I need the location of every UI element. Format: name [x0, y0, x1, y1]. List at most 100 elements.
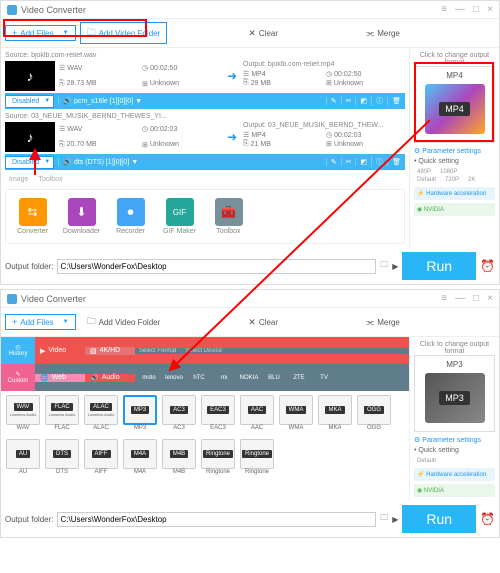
brand-mi[interactable]: mi: [214, 371, 234, 385]
close-icon[interactable]: ×: [487, 293, 493, 304]
brand-row[interactable]: moto lenovo hTC mi NOKIA BLU ZTE TV: [135, 371, 409, 385]
output-format-thumb: MP3: [425, 373, 485, 423]
browse-icon[interactable]: 🗀: [380, 512, 388, 526]
module-converter[interactable]: ⇆Converter: [10, 194, 55, 239]
format-ac3[interactable]: AC3AC3: [161, 395, 197, 431]
module-toolbox[interactable]: 🧰Toolbox: [206, 194, 251, 239]
cat-web[interactable]: 🌐Web: [35, 374, 85, 382]
format-mka[interactable]: MKAMKA: [317, 395, 353, 431]
cat-4k[interactable]: ▧4K/HD: [85, 347, 135, 355]
hw-accel[interactable]: ⚡ Hardware acceleration: [414, 468, 495, 481]
format-wma[interactable]: WMAWMA: [278, 395, 314, 431]
brand-moto[interactable]: moto: [139, 371, 159, 385]
menu-icon[interactable]: ≡: [441, 293, 447, 304]
tab-toolbox[interactable]: Toolbox: [38, 176, 62, 183]
cat-audio[interactable]: 🔊Audio: [85, 374, 135, 382]
effect-icon[interactable]: ◩: [355, 158, 371, 166]
format-wav[interactable]: WAVLossless AudioWAV: [5, 395, 41, 431]
tab-image[interactable]: Image: [9, 176, 28, 183]
cut-icon[interactable]: ✂: [341, 158, 356, 166]
vtab-custom[interactable]: ✎Custom: [1, 364, 35, 391]
quality-slider[interactable]: 480P1080P: [414, 168, 495, 176]
brand-lenovo[interactable]: lenovo: [164, 371, 184, 385]
format-m4b[interactable]: M4BM4B: [161, 439, 197, 475]
param-settings-link[interactable]: ⚙ Parameter settings: [414, 436, 495, 444]
info-icon[interactable]: ⓘ: [371, 157, 387, 167]
info-icon[interactable]: ⓘ: [371, 96, 387, 106]
format-flac[interactable]: FLACLossless AudioFLAC: [44, 395, 80, 431]
output-format-box[interactable]: MP3 MP3: [414, 355, 495, 432]
merge-label: Merge: [377, 29, 400, 38]
effect-icon[interactable]: ◩: [355, 97, 371, 105]
file-item: ♪ ☰WAV ◷00:02:03 ⎘20.70 MB ⊞Unknown ➜ Ou…: [5, 122, 405, 152]
add-files-button[interactable]: +Add Files▼: [5, 25, 76, 41]
vtab-history[interactable]: ◴History: [1, 337, 35, 364]
modules: ⇆Converter ⬇Downloader ⏺Recorder GIFGIF …: [5, 189, 405, 244]
add-folder-button[interactable]: 🗀Add Video Folder: [80, 22, 168, 44]
subtitle-dropdown[interactable]: Disabled: [5, 156, 54, 169]
format-ringtone[interactable]: RingtoneRingtone: [200, 439, 236, 475]
output-format-label: MP3: [419, 360, 490, 369]
schedule-icon[interactable]: ⏰: [480, 259, 495, 273]
module-gif[interactable]: GIFGIF Maker: [157, 194, 202, 239]
format-aiff[interactable]: AIFFAIFF: [83, 439, 119, 475]
open-icon[interactable]: ▶: [392, 262, 398, 271]
format-alac[interactable]: ALACLossless AudioALAC: [83, 395, 119, 431]
browse-icon[interactable]: 🗀: [380, 259, 388, 273]
param-settings-link[interactable]: ⚙ Parameter settings: [414, 147, 495, 155]
add-folder-button[interactable]: 🗀Add Video Folder: [80, 311, 168, 333]
output-row: Output folder: 🗀 ▶ Run ⏰: [1, 248, 499, 284]
size: 20.70 MB: [67, 141, 97, 148]
thumbnail[interactable]: ♪: [5, 122, 55, 152]
edit-icon[interactable]: ✎: [326, 97, 341, 105]
file-list: Source: bjoklb.com-relief.wav ♪ ☰WAV ◷00…: [1, 48, 409, 248]
edit-icon[interactable]: ✎: [326, 158, 341, 166]
brand-nokia[interactable]: NOKIA: [239, 371, 259, 385]
clear-button[interactable]: ✕Clear: [241, 314, 285, 331]
output-folder-input[interactable]: [57, 259, 376, 274]
output-format-box[interactable]: MP4 MP4: [414, 66, 495, 143]
audio-dropdown[interactable]: 🔊 pcm_s16le [1][0][0] ▼: [58, 97, 146, 105]
module-recorder[interactable]: ⏺Recorder: [108, 194, 153, 239]
audio-dropdown[interactable]: 🔊 dts (DTS) [1][0][0] ▼: [58, 158, 142, 166]
merge-button[interactable]: ⫘Merge: [359, 314, 407, 331]
add-files-button[interactable]: +Add Files▼: [5, 314, 76, 330]
thumbnail[interactable]: ♪: [5, 61, 55, 91]
close-icon[interactable]: ×: [487, 4, 493, 15]
format-eac3[interactable]: EAC3EAC3: [200, 395, 236, 431]
maximize-icon[interactable]: □: [473, 293, 479, 304]
module-downloader[interactable]: ⬇Downloader: [59, 194, 104, 239]
hw-accel[interactable]: ⚡ Hardware acceleration: [414, 187, 495, 200]
resolution: Unknown: [150, 80, 179, 87]
toolbar: +Add Files▼ 🗀Add Video Folder ✕Clear ⫘Me…: [1, 19, 499, 48]
window-top: Video Converter ≡ — □ × +Add Files▼ 🗀Add…: [0, 0, 500, 285]
delete-icon[interactable]: 🗑: [387, 97, 405, 105]
delete-icon[interactable]: 🗑: [387, 158, 405, 166]
subtitle-dropdown[interactable]: Disabled: [5, 95, 54, 108]
clear-button[interactable]: ✕Clear: [241, 25, 285, 42]
format-mp3[interactable]: MP3MP3: [122, 395, 158, 431]
format-au[interactable]: AUAU: [5, 439, 41, 475]
brand-htc[interactable]: hTC: [189, 371, 209, 385]
minimize-icon[interactable]: —: [455, 4, 465, 15]
brand-zte[interactable]: ZTE: [289, 371, 309, 385]
format-ringtone[interactable]: RingtoneRingtone: [239, 439, 275, 475]
app-title: Video Converter: [21, 294, 441, 304]
minimize-icon[interactable]: —: [455, 293, 465, 304]
format-m4a[interactable]: M4AM4A: [122, 439, 158, 475]
format-aac[interactable]: AACAAC: [239, 395, 275, 431]
format-dts[interactable]: DTSDTS: [44, 439, 80, 475]
brand-tv[interactable]: TV: [314, 371, 334, 385]
maximize-icon[interactable]: □: [473, 4, 479, 15]
menu-icon[interactable]: ≡: [441, 4, 447, 15]
cat-video[interactable]: ▶Video: [35, 347, 85, 355]
cut-icon[interactable]: ✂: [341, 97, 356, 105]
format-ogg[interactable]: OGGOGG: [356, 395, 392, 431]
merge-button[interactable]: ⫘Merge: [359, 25, 407, 42]
run-button[interactable]: Run: [402, 505, 476, 533]
schedule-icon[interactable]: ⏰: [480, 512, 495, 526]
brand-blu[interactable]: BLU: [264, 371, 284, 385]
open-icon[interactable]: ▶: [392, 515, 398, 524]
output-folder-input[interactable]: [57, 512, 376, 527]
run-button[interactable]: Run: [402, 252, 476, 280]
